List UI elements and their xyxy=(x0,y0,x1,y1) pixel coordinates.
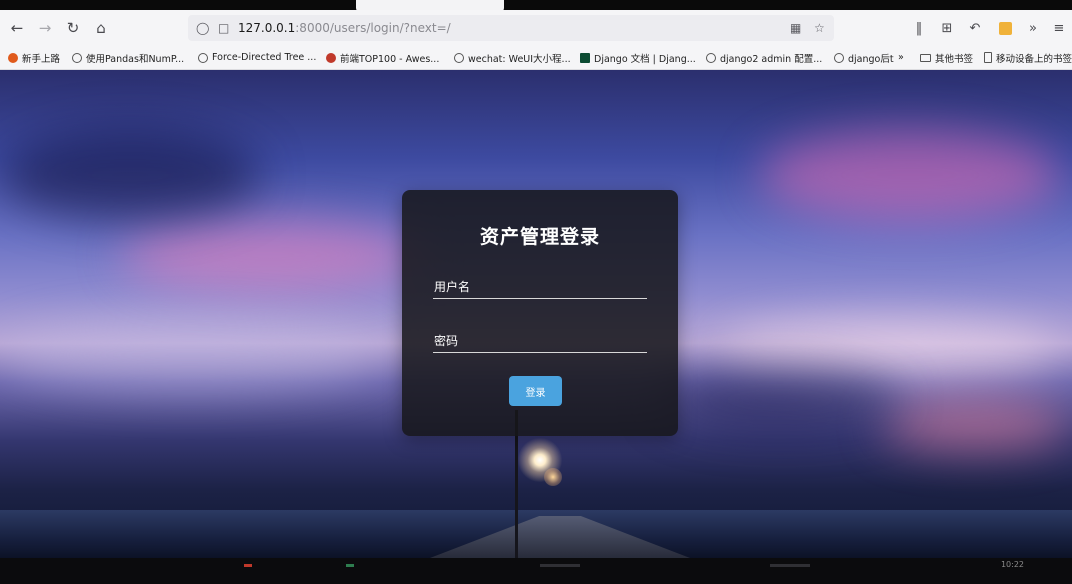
bookmark-label: wechat: WeUI大小程... xyxy=(468,53,571,65)
globe-icon xyxy=(706,52,716,63)
globe-icon xyxy=(72,52,82,63)
lamp-light xyxy=(544,468,562,486)
undo-icon[interactable]: ↶ xyxy=(964,10,986,46)
dark-cloud xyxy=(0,130,260,220)
bookmark-label: 使用Pandas和NumP... xyxy=(86,53,185,65)
folder-icon xyxy=(920,53,931,62)
bookmark-star-icon[interactable]: ☆ xyxy=(814,15,825,41)
extension-icon[interactable] xyxy=(994,10,1016,46)
bookmarks-overflow-icon[interactable]: » xyxy=(898,46,904,69)
home-button[interactable]: ⌂ xyxy=(88,10,114,46)
password-label: 密码 xyxy=(434,334,459,348)
bookmark-folder-mobile[interactable]: 移动设备上的书签 xyxy=(984,46,1072,69)
globe-icon xyxy=(454,52,464,63)
bookmark-item[interactable]: 使用Pandas和NumP... xyxy=(72,46,184,69)
bookmark-label: django2 admin 配置... xyxy=(720,53,823,65)
bookmark-label: django后t xyxy=(848,53,894,65)
tab-strip xyxy=(0,0,1072,10)
bookmark-label: 前端TOP100 - Awes... xyxy=(340,53,440,65)
bookmark-item[interactable]: Django 文档 | Djang... xyxy=(580,46,696,69)
url-path: :8000/users/login/?next=/ xyxy=(295,21,451,35)
qr-code-icon[interactable]: ▦ xyxy=(790,15,801,41)
sky-glow xyxy=(120,220,420,290)
taskbar-icon[interactable] xyxy=(540,564,580,567)
back-button[interactable]: ← xyxy=(4,10,30,46)
login-page: 资产管理登录 用户名 密码 登录 xyxy=(0,70,1072,558)
hamburger-menu-icon[interactable]: ≡ xyxy=(1048,10,1070,46)
url-text[interactable]: 127.0.0.1:8000/users/login/?next=/ xyxy=(238,15,451,41)
bookmark-folder-other[interactable]: 其他书签 xyxy=(920,46,973,69)
login-title: 资产管理登录 xyxy=(479,226,600,248)
bookmark-item[interactable]: Force-Directed Tree ... xyxy=(198,46,316,69)
shield-icon[interactable]: ◯ xyxy=(196,15,209,41)
address-bar[interactable]: ◯ □ 127.0.0.1:8000/users/login/?next=/ ▦… xyxy=(188,15,834,41)
sky-glow xyxy=(760,130,1060,220)
bookmark-item[interactable]: django后t xyxy=(834,46,894,69)
site-icon xyxy=(326,52,336,63)
reload-button[interactable]: ↻ xyxy=(60,10,86,46)
login-button[interactable]: 登录 xyxy=(509,376,562,406)
bookmark-label: Django 文档 | Djang... xyxy=(594,53,696,65)
globe-icon xyxy=(834,52,844,63)
bookmark-item[interactable]: django2 admin 配置... xyxy=(706,46,822,69)
username-field[interactable]: 用户名 xyxy=(433,276,647,299)
library-icon[interactable]: ‖ xyxy=(908,10,930,46)
sky-glow xyxy=(0,320,380,390)
sky-glow xyxy=(880,400,1070,450)
page-info-icon[interactable]: □ xyxy=(218,15,229,41)
bookmark-label: 其他书签 xyxy=(935,53,974,65)
login-form: 资产管理登录 用户名 密码 登录 xyxy=(402,190,678,436)
screenshot-icon[interactable]: ⊞ xyxy=(936,10,958,46)
phone-icon xyxy=(984,52,992,63)
django-icon xyxy=(580,52,590,63)
browser-window: ← → ↻ ⌂ ◯ □ 127.0.0.1:8000/users/login/?… xyxy=(0,0,1072,584)
bookmark-item[interactable]: 新手上路 xyxy=(8,46,60,69)
password-field[interactable]: 密码 xyxy=(433,330,647,353)
taskbar-icon[interactable] xyxy=(244,564,252,567)
globe-icon xyxy=(198,52,208,63)
url-host: 127.0.0.1 xyxy=(238,21,296,35)
taskbar-icon[interactable] xyxy=(346,564,354,567)
taskbar-clock: 10:22 xyxy=(1000,560,1024,569)
forward-button[interactable]: → xyxy=(32,10,58,46)
bookmarks-toolbar: 新手上路 使用Pandas和NumP... Force-Directed Tre… xyxy=(0,46,1072,70)
bookmark-item[interactable]: 前端TOP100 - Awes... xyxy=(326,46,439,69)
navigation-toolbar: ← → ↻ ⌂ ◯ □ 127.0.0.1:8000/users/login/?… xyxy=(0,10,1072,46)
bookmark-label: 移动设备上的书签 xyxy=(996,53,1072,65)
bookmark-label: Force-Directed Tree ... xyxy=(212,52,317,63)
taskbar: 10:22 xyxy=(0,558,1072,584)
dark-cloud xyxy=(660,370,900,430)
firefox-icon xyxy=(8,52,18,63)
taskbar-icon[interactable] xyxy=(770,564,810,567)
bookmark-label: 新手上路 xyxy=(22,53,61,65)
username-label: 用户名 xyxy=(434,280,471,294)
bookmark-item[interactable]: wechat: WeUI大小程... xyxy=(454,46,571,69)
overflow-chevron-icon[interactable]: » xyxy=(1022,10,1044,46)
